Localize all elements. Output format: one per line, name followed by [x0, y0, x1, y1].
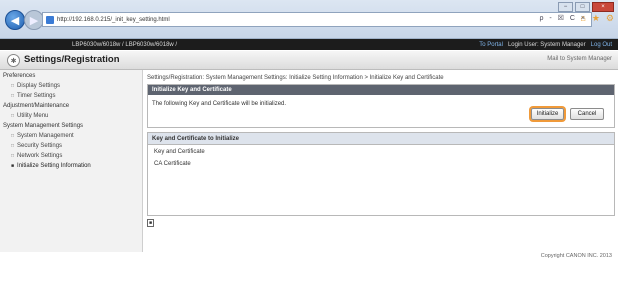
device-name: LBP6030w/6018w / LBP6030w/6018w /: [72, 41, 178, 48]
sidebar-item-system-management[interactable]: System Management: [11, 133, 74, 139]
sidebar-item-security-settings[interactable]: Security Settings: [11, 143, 62, 149]
page-title: Settings/Registration: [24, 54, 120, 65]
window-controls: − □ ×: [558, 2, 614, 12]
sidebar-item-network-settings[interactable]: Network Settings: [11, 153, 62, 159]
initialize-button[interactable]: Initialize: [531, 108, 564, 120]
page-title-bar: ✱ Settings/Registration Mail to System M…: [0, 51, 618, 70]
initialize-panel: Initialize Key and Certificate The follo…: [147, 84, 615, 128]
initialize-message: The following Key and Certificate will b…: [152, 101, 287, 107]
to-portal-link[interactable]: To Portal: [479, 42, 503, 48]
address-url: http://192.168.0.215/_init_key_setting.h…: [57, 16, 170, 23]
sidebar-header-preferences[interactable]: Preferences: [3, 73, 35, 79]
sidebar-header-adjustment-maintenance[interactable]: Adjustment/Maintenance: [3, 103, 69, 109]
list-item: Key and Certificate: [154, 149, 205, 155]
copyright-text: Copyright CANON INC. 2013: [540, 253, 612, 259]
initialize-panel-title: Initialize Key and Certificate: [148, 85, 614, 95]
minimize-button[interactable]: −: [558, 2, 573, 12]
sidebar: Preferences Display Settings Timer Setti…: [0, 70, 143, 252]
mail-system-manager-link[interactable]: Mail to System Manager: [547, 56, 612, 62]
login-user-label: Login User: System Manager: [507, 41, 586, 48]
home-icon[interactable]: ⌂: [580, 13, 585, 24]
forward-button[interactable]: ▶: [24, 10, 44, 30]
browser-toolbar-icons: ⌂ ★ ⚙: [580, 13, 614, 24]
settings-registration-icon: ✱: [7, 54, 20, 67]
key-certificate-list-panel: Key and Certificate to Initialize Key an…: [147, 132, 615, 216]
list-item: CA Certificate: [154, 161, 191, 167]
sidebar-item-utility-menu[interactable]: Utility Menu: [11, 113, 48, 119]
sidebar-item-timer-settings[interactable]: Timer Settings: [11, 93, 55, 99]
browser-chrome: ◀ ▶ http://192.168.0.215/_init_key_setti…: [0, 0, 618, 39]
address-bar[interactable]: http://192.168.0.215/_init_key_setting.h…: [42, 12, 592, 27]
collapse-toggle-icon[interactable]: ■: [147, 219, 154, 227]
cancel-button[interactable]: Cancel: [570, 108, 604, 120]
device-header-bar: LBP6030w/6018w / LBP6030w/6018w / To Por…: [0, 39, 618, 50]
sidebar-header-system-management-settings[interactable]: System Management Settings: [3, 123, 83, 129]
close-button[interactable]: ×: [592, 2, 614, 12]
logout-link[interactable]: Log Out: [591, 42, 612, 48]
maximize-button[interactable]: □: [575, 2, 590, 12]
key-certificate-list-title: Key and Certificate to Initialize: [148, 133, 614, 145]
back-button[interactable]: ◀: [5, 10, 25, 30]
favorites-star-icon[interactable]: ★: [592, 13, 600, 24]
settings-gear-icon[interactable]: ⚙: [606, 13, 614, 24]
sidebar-item-initialize-setting-information[interactable]: Initialize Setting Information: [11, 163, 91, 169]
breadcrumb: Settings/Registration: System Management…: [147, 75, 444, 81]
sidebar-item-display-settings[interactable]: Display Settings: [11, 83, 60, 89]
page-favicon-icon: [46, 15, 54, 24]
